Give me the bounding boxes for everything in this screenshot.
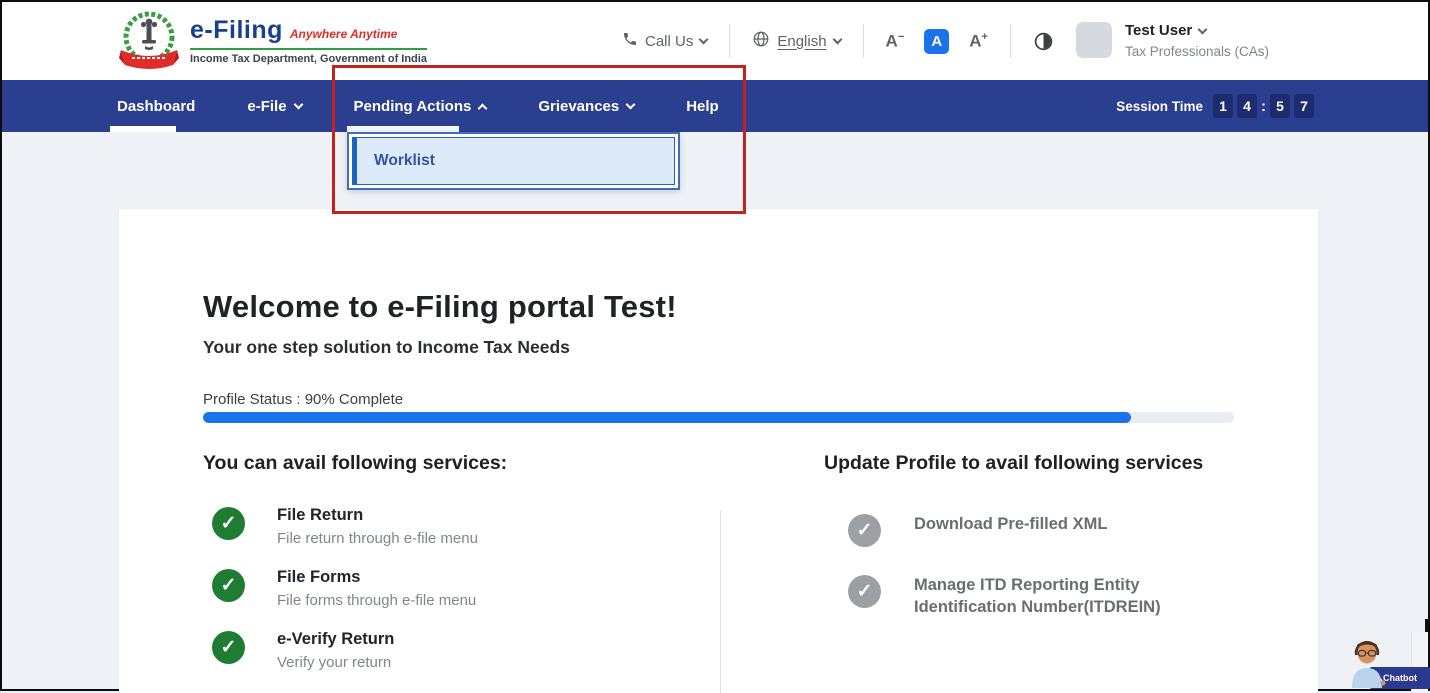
font-decrease-button[interactable]: A− [886,31,905,52]
chevron-down-icon [832,35,842,45]
call-us-menu[interactable]: Call Us [622,31,707,51]
chat-panel-edge [1425,619,1428,633]
nav-efile[interactable]: e-File [247,98,301,115]
page-title: Welcome to e-Filing portal Test! [203,289,677,325]
font-increase-button[interactable]: A+ [969,31,988,52]
check-circle-gray-icon: ✓ [848,514,881,547]
list-item: ✓ Manage ITD Reporting Entity Identifica… [848,573,1174,621]
chevron-down-icon [626,100,636,110]
income-tax-emblem-icon [118,8,180,79]
session-digit: 1 [1213,94,1233,118]
nav-pending-actions[interactable]: Pending Actions [354,98,487,115]
list-item: ✓ Download Pre-filled XML [848,512,1174,560]
language-label: English [777,33,826,50]
column-divider [720,510,721,693]
list-item: ✓ File Return File return through e-file… [212,505,478,553]
session-timer: Session Time 1 4 : 5 7 [1116,80,1314,132]
globe-icon [752,30,770,52]
profile-progress-fill [203,412,1131,423]
phone-icon [622,31,638,51]
update-profile-heading: Update Profile to avail following servic… [824,452,1203,475]
chevron-down-icon [1198,24,1208,34]
top-header: e-Filing Anywhere Anytime Income Tax Dep… [2,2,1428,80]
brand-subtitle: Income Tax Department, Government of Ind… [190,53,427,65]
available-services-list: ✓ File Return File return through e-file… [212,505,478,677]
session-digit: 4 [1237,94,1257,118]
update-profile-services-list: ✓ Download Pre-filled XML ✓ Manage ITD R… [848,512,1174,621]
available-services-heading: You can avail following services: [203,452,507,475]
session-time-label: Session Time [1116,99,1203,114]
session-colon: : [1261,98,1266,115]
font-normal-button[interactable]: A [924,29,949,54]
user-menu[interactable]: Test User Tax Professionals (CAs) [1076,22,1269,59]
pending-actions-dropdown: Worklist [347,132,680,190]
chevron-up-icon [478,103,488,113]
avatar [1076,22,1112,58]
session-digit: 7 [1294,94,1314,118]
check-circle-icon: ✓ [212,569,245,602]
profile-status-text: Profile Status : 90% Complete [203,391,403,408]
chatbot-avatar-icon[interactable] [1345,636,1389,693]
brand-tagline: Anywhere Anytime [290,27,398,41]
check-circle-icon: ✓ [212,631,245,664]
nav-grievances[interactable]: Grievances [538,98,634,115]
nav-dashboard[interactable]: Dashboard [117,98,195,115]
list-item: ✓ File Forms File forms through e-file m… [212,567,478,615]
call-us-label: Call Us [645,33,693,50]
page-subtitle: Your one step solution to Income Tax Nee… [203,337,570,358]
session-digit: 5 [1270,94,1290,118]
efiling-logo[interactable]: e-Filing Anywhere Anytime Income Tax Dep… [118,8,427,79]
check-circle-gray-icon: ✓ [848,575,881,608]
list-item: ✓ e-Verify Return Verify your return [212,629,478,677]
user-name: Test User [1125,22,1192,39]
main-navbar: Dashboard e-File Pending Actions Grievan… [2,80,1428,132]
header-divider [1010,24,1011,58]
menu-item-worklist[interactable]: Worklist [374,152,435,170]
nav-help[interactable]: Help [686,98,719,115]
brand-name: e-Filing [190,16,283,45]
contrast-toggle-icon[interactable] [1033,31,1054,52]
profile-progress-bar [203,412,1234,423]
header-divider [729,24,730,58]
header-divider [863,24,864,58]
check-circle-icon: ✓ [212,507,245,540]
language-menu[interactable]: English [752,30,840,52]
chevron-down-icon [293,100,303,110]
dashboard-card: Welcome to e-Filing portal Test! Your on… [119,209,1318,693]
dashboard-active-indicator [110,126,176,132]
user-role: Tax Professionals (CAs) [1125,44,1269,59]
chevron-down-icon [699,35,709,45]
